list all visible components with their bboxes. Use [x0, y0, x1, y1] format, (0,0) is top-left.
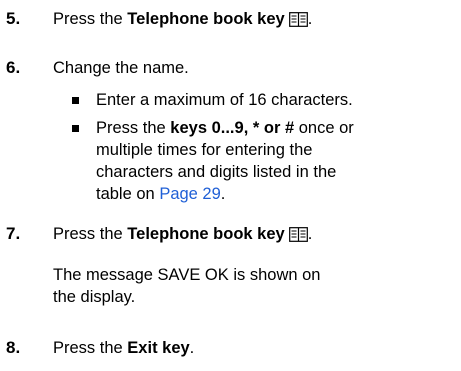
key-name: Exit key [127, 339, 190, 357]
step-number: 8. [6, 338, 21, 357]
step-text: Press the Telephone book key. [53, 8, 312, 33]
step-text-pre: Press the [53, 10, 128, 28]
step-text-post: . [307, 225, 313, 243]
telephone-book-icon [288, 11, 308, 33]
instruction-document: 5. Press the Telephone book key. 6. Chan… [0, 0, 461, 371]
key-name: Telephone book key [127, 10, 285, 28]
message-line: the display. [53, 288, 136, 306]
step-number: 5. [6, 9, 21, 28]
bullet-item-line: Press the keys 0...9, * or # once or [96, 117, 354, 139]
step-text-post: . [189, 339, 195, 357]
bullet-item-line: multiple times for entering the [96, 141, 313, 159]
message-line: The message SAVE OK is shown on [53, 266, 321, 284]
bullet-item-line: characters and digits listed in the [96, 163, 337, 181]
step-text: Press the Exit key. [53, 337, 194, 359]
step-text-pre: Press the [53, 339, 128, 357]
bullet-text-pre: table on [96, 185, 160, 203]
step-text-post: . [307, 10, 313, 28]
key-name: Telephone book key [127, 225, 285, 243]
step-number: 6. [6, 58, 21, 77]
bullet-text-post: once or [294, 119, 354, 137]
step-number: 7. [6, 224, 21, 243]
page-link[interactable]: Page 29 [159, 185, 220, 203]
telephone-book-icon [288, 226, 308, 248]
step-text: Change the name. [53, 59, 189, 77]
bullet-text-pre: Press the [96, 119, 171, 137]
bullet-marker [72, 97, 79, 104]
step-text: Press the Telephone book key. [53, 223, 312, 248]
step-text-pre: Press the [53, 225, 128, 243]
bullet-text-post: . [220, 185, 226, 203]
bullet-item-line: table on Page 29. [96, 183, 225, 205]
key-name: keys 0...9, * or # [170, 119, 295, 137]
bullet-item: Enter a maximum of 16 characters. [96, 91, 353, 109]
bullet-marker [72, 125, 79, 132]
